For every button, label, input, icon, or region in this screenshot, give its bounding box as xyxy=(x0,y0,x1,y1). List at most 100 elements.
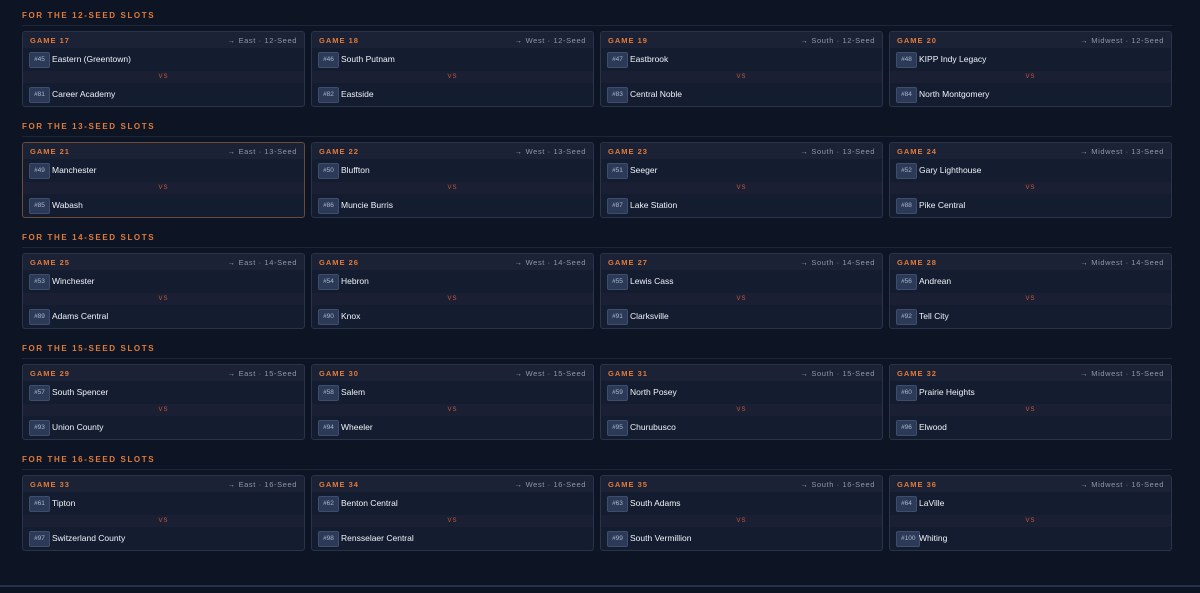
seed-badge: #90 xyxy=(318,309,339,325)
team-row-bottom[interactable]: #86 Muncie Burris xyxy=(312,195,593,217)
game-number: GAME 18 xyxy=(319,36,359,45)
seed-badge: #99 xyxy=(607,531,628,547)
team-row-bottom[interactable]: #90 Knox xyxy=(312,306,593,328)
game-card[interactable]: GAME 19 → South · 12-Seed #47 Eastbrook VS #83… xyxy=(600,31,883,107)
seed-badge: #94 xyxy=(318,420,339,436)
game-card[interactable]: GAME 21 → East · 13-Seed #49 Manchester VS #85… xyxy=(22,142,305,218)
team-row-top[interactable]: #60 Prairie Heights xyxy=(890,382,1171,404)
game-card[interactable]: GAME 28 → Midwest · 14-Seed #56 Andrean VS #92… xyxy=(889,253,1172,329)
team-row-top[interactable]: #56 Andrean xyxy=(890,271,1171,293)
vs-divider: VS xyxy=(23,293,304,305)
arrow-right-icon: → xyxy=(800,36,809,45)
vs-divider: VS xyxy=(312,182,593,194)
game-card-header: GAME 26 → West · 14-Seed xyxy=(312,254,593,270)
team-row-bottom[interactable]: #98 Rensselaer Central xyxy=(312,528,593,550)
seed-badge: #45 xyxy=(29,52,50,68)
team-row-top[interactable]: #55 Lewis Cass xyxy=(601,271,882,293)
game-card[interactable]: GAME 35 → South · 16-Seed #63 South Adams VS #… xyxy=(600,475,883,551)
team-row-bottom[interactable]: #85 Wabash xyxy=(23,195,304,217)
game-number: GAME 22 xyxy=(319,147,359,156)
team-row-top[interactable]: #58 Salem xyxy=(312,382,593,404)
team-row-top[interactable]: #51 Seeger xyxy=(601,160,882,182)
team-row-top[interactable]: #63 South Adams xyxy=(601,493,882,515)
team-row-bottom[interactable]: #94 Wheeler xyxy=(312,417,593,439)
game-card[interactable]: GAME 24 → Midwest · 13-Seed #52 Gary Lightho… xyxy=(889,142,1172,218)
game-number: GAME 21 xyxy=(30,147,70,156)
team-row-top[interactable]: #49 Manchester xyxy=(23,160,304,182)
team-row-top[interactable]: #64 LaVille xyxy=(890,493,1171,515)
game-grid: GAME 21 → East · 13-Seed #49 Manchester VS #85… xyxy=(22,142,1172,218)
game-card-header: GAME 28 → Midwest · 14-Seed xyxy=(890,254,1171,270)
team-row-bottom[interactable]: #89 Adams Central xyxy=(23,306,304,328)
team-row-top[interactable]: #47 Eastbrook xyxy=(601,49,882,71)
team-row-top[interactable]: #48 KIPP Indy Legacy xyxy=(890,49,1171,71)
team-row-bottom[interactable]: #100 Whiting xyxy=(890,528,1171,550)
game-card[interactable]: GAME 17 → East · 12-Seed #45 Eastern (Greent… xyxy=(22,31,305,107)
team-row-bottom[interactable]: #96 Elwood xyxy=(890,417,1171,439)
destination-label: → Midwest · 13-Seed xyxy=(1080,147,1164,156)
team-row-bottom[interactable]: #97 Switzerland County xyxy=(23,528,304,550)
team-name: Lake Station xyxy=(630,200,678,210)
team-row-top[interactable]: #46 South Putnam xyxy=(312,49,593,71)
team-name: Knox xyxy=(341,311,361,321)
team-row-bottom[interactable]: #87 Lake Station xyxy=(601,195,882,217)
game-card[interactable]: GAME 27 → South · 14-Seed #55 Lewis Cass VS #9… xyxy=(600,253,883,329)
seed-badge: #89 xyxy=(29,309,50,325)
team-row-top[interactable]: #52 Gary Lighthouse xyxy=(890,160,1171,182)
team-row-bottom[interactable]: #81 Career Academy xyxy=(23,84,304,106)
vs-divider: VS xyxy=(601,515,882,527)
team-row-top[interactable]: #59 North Posey xyxy=(601,382,882,404)
game-card[interactable]: GAME 25 → East · 14-Seed #53 Winchester VS #89… xyxy=(22,253,305,329)
team-name: Tell City xyxy=(919,311,949,321)
team-row-bottom[interactable]: #99 South Vermillion xyxy=(601,528,882,550)
team-row-bottom[interactable]: #82 Eastside xyxy=(312,84,593,106)
team-row-top[interactable]: #62 Benton Central xyxy=(312,493,593,515)
game-grid: GAME 25 → East · 14-Seed #53 Winchester VS #89… xyxy=(22,253,1172,329)
seed-badge: #84 xyxy=(896,87,917,103)
game-card[interactable]: GAME 18 → West · 12-Seed #46 South Putnam VS #… xyxy=(311,31,594,107)
team-name: Lewis Cass xyxy=(630,276,674,286)
seed-badge: #92 xyxy=(896,309,917,325)
game-card[interactable]: GAME 26 → West · 14-Seed #54 Hebron VS #90 Knox xyxy=(311,253,594,329)
vs-divider: VS xyxy=(312,404,593,416)
game-card-header: GAME 27 → South · 14-Seed xyxy=(601,254,882,270)
team-row-bottom[interactable]: #83 Central Noble xyxy=(601,84,882,106)
seed-badge: #83 xyxy=(607,87,628,103)
game-card-header: GAME 24 → Midwest · 13-Seed xyxy=(890,143,1171,159)
game-card[interactable]: GAME 23 → South · 13-Seed #51 Seeger VS #87 Lak… xyxy=(600,142,883,218)
section-title: For the 13-Seed Slots xyxy=(22,122,156,131)
team-row-top[interactable]: #54 Hebron xyxy=(312,271,593,293)
team-row-bottom[interactable]: #95 Churubusco xyxy=(601,417,882,439)
destination-label: → Midwest · 16-Seed xyxy=(1080,480,1164,489)
game-number: GAME 28 xyxy=(897,258,937,267)
game-card[interactable]: GAME 22 → West · 13-Seed #50 Bluffton VS #86 Mu… xyxy=(311,142,594,218)
game-card[interactable]: GAME 29 → East · 15-Seed #57 South Spencer VS… xyxy=(22,364,305,440)
seed-badge: #63 xyxy=(607,496,628,512)
seed-badge: #49 xyxy=(29,163,50,179)
team-row-bottom[interactable]: #93 Union County xyxy=(23,417,304,439)
team-name: South Putnam xyxy=(341,54,395,64)
team-row-bottom[interactable]: #91 Clarksville xyxy=(601,306,882,328)
seed-badge: #60 xyxy=(896,385,917,401)
game-card[interactable]: GAME 34 → West · 16-Seed #62 Benton Central V… xyxy=(311,475,594,551)
team-row-top[interactable]: #61 Tipton xyxy=(23,493,304,515)
team-row-top[interactable]: #50 Bluffton xyxy=(312,160,593,182)
team-name: Manchester xyxy=(52,165,97,175)
destination-text: West · 15-Seed xyxy=(525,369,586,378)
team-row-top[interactable]: #53 Winchester xyxy=(23,271,304,293)
game-card[interactable]: GAME 36 → Midwest · 16-Seed #64 LaVille VS #10… xyxy=(889,475,1172,551)
arrow-right-icon: → xyxy=(800,147,809,156)
game-card[interactable]: GAME 33 → East · 16-Seed #61 Tipton VS #97 Swit… xyxy=(22,475,305,551)
game-card[interactable]: GAME 30 → West · 15-Seed #58 Salem VS #94 Wheel… xyxy=(311,364,594,440)
game-card[interactable]: GAME 32 → Midwest · 15-Seed #60 Prairie Heig… xyxy=(889,364,1172,440)
team-row-top[interactable]: #57 South Spencer xyxy=(23,382,304,404)
team-name: Seeger xyxy=(630,165,658,175)
team-row-bottom[interactable]: #88 Pike Central xyxy=(890,195,1171,217)
team-row-bottom[interactable]: #92 Tell City xyxy=(890,306,1171,328)
game-card[interactable]: GAME 31 → South · 15-Seed #59 North Posey VS #… xyxy=(600,364,883,440)
game-card-header: GAME 25 → East · 14-Seed xyxy=(23,254,304,270)
team-row-bottom[interactable]: #84 North Montgomery xyxy=(890,84,1171,106)
game-card[interactable]: GAME 20 → Midwest · 12-Seed #48 KIPP Indy Le… xyxy=(889,31,1172,107)
destination-text: East · 12-Seed xyxy=(238,36,297,45)
team-row-top[interactable]: #45 Eastern (Greentown) xyxy=(23,49,304,71)
